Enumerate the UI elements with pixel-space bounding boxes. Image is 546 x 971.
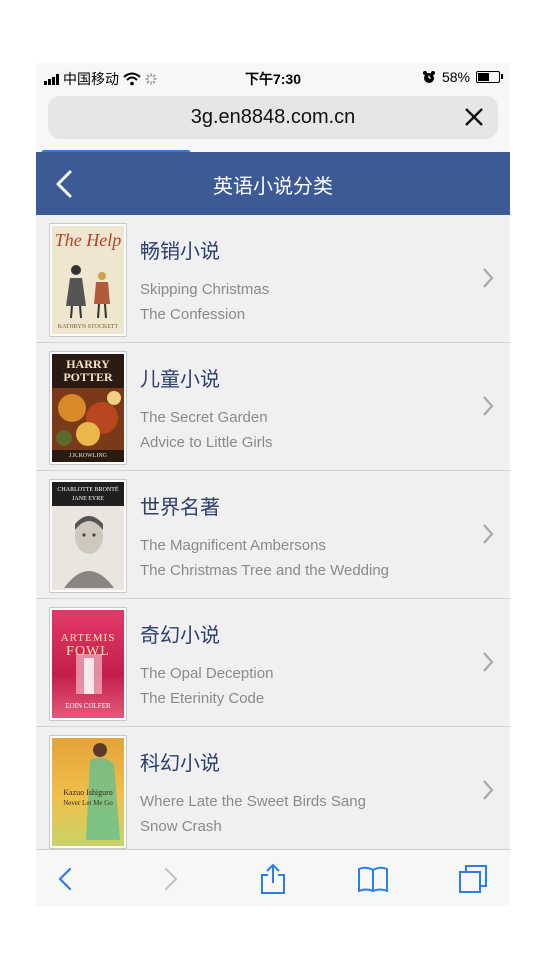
battery-icon xyxy=(476,71,503,83)
cover-author: EOIN COLFER xyxy=(65,702,111,710)
share-icon[interactable] xyxy=(257,863,289,895)
category-item-bestseller[interactable]: The Help KATHRYN STOCKETT 畅销小说 Skipping … xyxy=(36,215,510,343)
book-title[interactable]: Where Late the Sweet Birds Sang xyxy=(140,793,366,810)
cover-portrait xyxy=(64,516,114,588)
chevron-right-icon xyxy=(483,396,494,416)
alarm-clock-icon xyxy=(422,71,435,83)
cover-author: J.K.ROWLING xyxy=(69,453,107,459)
category-name: 奇幻小说 xyxy=(140,625,220,647)
cover-author: KATHRYN STOCKETT xyxy=(57,324,119,330)
category-name: 科幻小说 xyxy=(140,753,220,775)
book-title[interactable]: The Magnificent Ambersons xyxy=(140,537,326,554)
category-item-fantasy[interactable]: ARTEMIS FOWL EOIN COLFER 奇幻小说 The Opal D… xyxy=(36,599,510,727)
tabs-icon[interactable] xyxy=(457,863,489,895)
cover-title-line2: FOWL xyxy=(66,644,110,659)
browser-address-area: 3g.en8848.com.cn xyxy=(36,93,510,153)
category-list: The Help KATHRYN STOCKETT 畅销小说 Skipping … xyxy=(36,215,510,855)
book-title[interactable]: The Christmas Tree and the Wedding xyxy=(140,562,389,579)
browser-forward-icon[interactable] xyxy=(154,863,186,895)
chevron-right-icon xyxy=(483,524,494,544)
page-header: 英语小说分类 xyxy=(36,152,510,215)
cover-illustration xyxy=(76,654,102,694)
book-title[interactable]: The Eterinity Code xyxy=(140,690,264,707)
status-bar: 中国移动 下午7:30 58% xyxy=(36,63,510,93)
battery-percent: 58% xyxy=(441,69,470,85)
book-cover-image: Kazuo Ishiguro Never Let Me Go xyxy=(49,735,127,849)
chevron-right-icon xyxy=(483,652,494,672)
cover-illustration xyxy=(52,388,124,450)
address-bar[interactable]: 3g.en8848.com.cn xyxy=(48,96,498,139)
category-item-scifi[interactable]: Kazuo Ishiguro Never Let Me Go 科幻小说 Wher… xyxy=(36,727,510,855)
page-title: 英语小说分类 xyxy=(213,176,333,198)
book-title[interactable]: The Confession xyxy=(140,306,245,323)
category-item-children[interactable]: HARRY POTTER J.K.ROWLING 儿童小说 The Secret… xyxy=(36,343,510,471)
cover-author: CHARLOTTE BRONTË xyxy=(57,487,119,493)
book-title[interactable]: The Secret Garden xyxy=(140,409,268,426)
cover-title: The Help xyxy=(54,230,122,250)
book-title[interactable]: The Opal Deception xyxy=(140,665,273,682)
cover-title: Never Let Me Go xyxy=(63,799,113,807)
browser-toolbar xyxy=(36,849,510,906)
book-cover-image: ARTEMIS FOWL EOIN COLFER xyxy=(49,607,127,721)
category-name: 世界名著 xyxy=(140,497,220,519)
book-title[interactable]: Snow Crash xyxy=(140,818,222,835)
close-icon[interactable] xyxy=(462,105,486,129)
chevron-right-icon xyxy=(483,780,494,800)
browser-back-icon[interactable] xyxy=(50,863,82,895)
cover-title-line2: POTTER xyxy=(63,370,113,384)
cover-title-line1: ARTEMIS xyxy=(60,632,116,644)
book-icon[interactable] xyxy=(357,863,389,895)
url-text[interactable]: 3g.en8848.com.cn xyxy=(48,106,498,129)
book-cover-image: CHARLOTTE BRONTË JANE EYRE xyxy=(49,479,127,593)
status-right: 58% xyxy=(422,69,503,85)
cover-title: JANE EYRE xyxy=(72,496,104,502)
category-item-classics[interactable]: CHARLOTTE BRONTË JANE EYRE 世界名著 The Magn… xyxy=(36,471,510,599)
category-name: 儿童小说 xyxy=(140,369,220,391)
category-name: 畅销小说 xyxy=(140,241,220,263)
cover-illustration xyxy=(66,265,110,319)
chevron-right-icon xyxy=(483,268,494,288)
book-cover-image: HARRY POTTER J.K.ROWLING xyxy=(49,351,127,465)
book-title[interactable]: Skipping Christmas xyxy=(140,281,269,298)
book-cover-image: The Help KATHRYN STOCKETT xyxy=(49,223,127,337)
book-title[interactable]: Advice to Little Girls xyxy=(140,434,273,451)
cover-author: Kazuo Ishiguro xyxy=(63,788,113,797)
phone-screen: 中国移动 下午7:30 58% 3g.en8848.com.cn 英语小说分类 … xyxy=(36,63,510,906)
